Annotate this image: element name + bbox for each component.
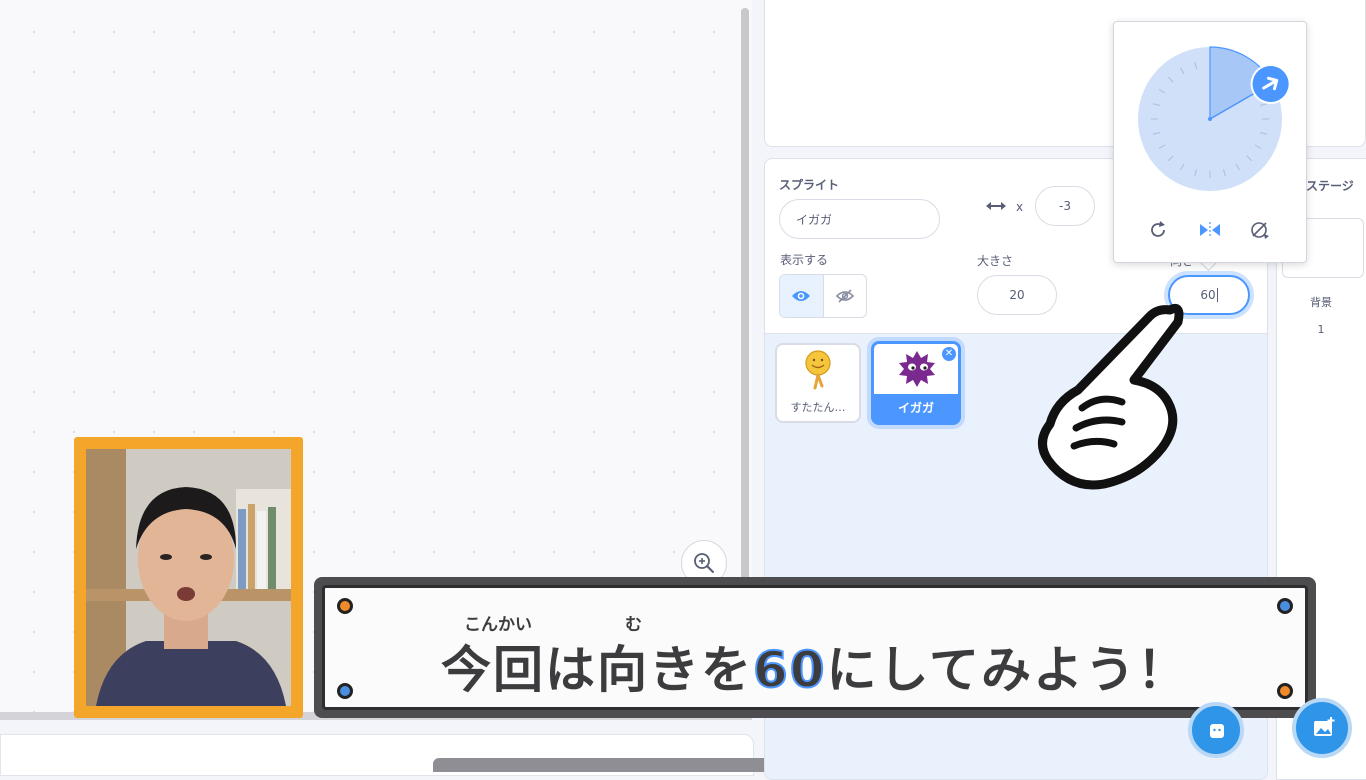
rotation-left-right-icon[interactable] xyxy=(1198,221,1222,239)
x-label: x xyxy=(1016,200,1024,214)
direction-value: 60 xyxy=(1200,288,1216,302)
screw-icon xyxy=(1277,598,1293,614)
choose-backdrop-button[interactable] xyxy=(1292,698,1352,758)
screw-icon xyxy=(337,598,353,614)
text-cursor xyxy=(1216,288,1218,302)
direction-dial[interactable] xyxy=(1134,44,1312,192)
show-label: 表示する xyxy=(780,253,829,267)
presenter-webcam xyxy=(86,449,291,706)
cat-icon xyxy=(1210,724,1224,738)
eye-hidden-icon xyxy=(835,289,854,303)
zoom-in-icon xyxy=(694,553,714,573)
sprite-tile-selected[interactable]: ✕ イガガ xyxy=(871,341,961,425)
dont-rotate-icon[interactable] xyxy=(1249,219,1271,241)
sprite-tile[interactable]: すたたん… xyxy=(775,343,861,423)
direction-popover xyxy=(1113,21,1307,263)
pointing-hand-icon xyxy=(1038,304,1184,490)
sprite-tile-label: イガガ xyxy=(874,394,958,422)
hide-sprite-button[interactable] xyxy=(824,275,867,317)
subtitle-banner: こんかい む 今回は向きを60にしてみよう！ xyxy=(314,577,1316,718)
size-label: 大きさ xyxy=(977,254,1014,268)
backdrops-label: 背景 xyxy=(1310,296,1332,309)
rotation-all-around-icon[interactable] xyxy=(1148,219,1170,241)
sprite-section-label: スプライト xyxy=(779,178,840,192)
show-toggle-group xyxy=(779,274,867,318)
x-position-input[interactable]: -3 xyxy=(1035,186,1095,226)
subtitle-part2: にしてみよう！ xyxy=(826,641,1190,699)
show-sprite-button[interactable] xyxy=(780,275,824,317)
sprite-igaga-thumbnail-icon xyxy=(899,351,935,387)
subtitle-text: 今回は向きを60にしてみよう！ xyxy=(325,630,1305,702)
sprite-name-value: イガガ xyxy=(796,212,833,227)
delete-sprite-icon[interactable]: ✕ xyxy=(942,347,956,361)
backdrop-image-icon xyxy=(1314,717,1335,736)
backdrops-count: 1 xyxy=(1317,323,1325,336)
sprite-sutatan-thumbnail-icon xyxy=(805,350,831,390)
eye-icon xyxy=(792,291,811,301)
choose-sprite-button[interactable] xyxy=(1188,702,1244,758)
presenter-image xyxy=(86,449,291,706)
x-position-arrows-icon xyxy=(986,202,1006,210)
stage-title: ステージ xyxy=(1306,179,1354,193)
subtitle-highlight: 60 xyxy=(752,640,827,700)
sprite-name-input[interactable]: イガガ xyxy=(779,199,940,239)
size-value: 20 xyxy=(1009,288,1025,302)
subtitle-part1: 今回は向きを xyxy=(440,641,753,699)
x-position-value: -3 xyxy=(1059,199,1071,213)
sprite-tile-label: すたたん… xyxy=(790,401,846,414)
